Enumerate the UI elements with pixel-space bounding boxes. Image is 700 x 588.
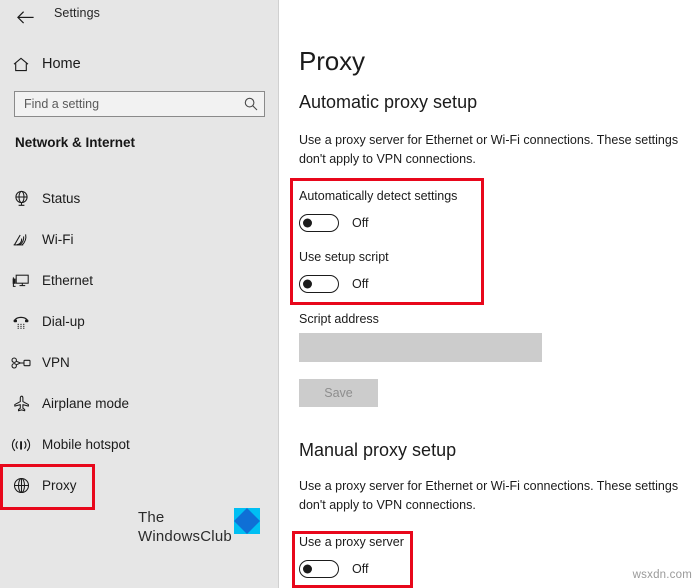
- search-input[interactable]: [15, 97, 238, 111]
- sidebar-item-mobile-hotspot[interactable]: Mobile hotspot: [0, 424, 279, 465]
- mobile-hotspot-icon: [0, 437, 42, 453]
- sidebar-item-vpn[interactable]: VPN: [0, 342, 279, 383]
- back-arrow-icon: [16, 10, 34, 24]
- sidebar-item-proxy[interactable]: Proxy: [0, 465, 279, 506]
- ethernet-icon: [0, 273, 42, 289]
- sidebar-item-airplane-mode[interactable]: Airplane mode: [0, 383, 279, 424]
- sidebar-item-airplane-mode-label: Airplane mode: [42, 396, 130, 411]
- use-setup-script-toggle-row: Off: [299, 275, 368, 293]
- sidebar-item-vpn-label: VPN: [42, 355, 70, 370]
- use-setup-script-label: Use setup script: [299, 250, 389, 264]
- back-button[interactable]: [10, 4, 40, 30]
- toggle-knob-icon: [303, 279, 312, 289]
- automatic-proxy-heading: Automatic proxy setup: [299, 92, 478, 112]
- sidebar-item-status[interactable]: Status: [0, 178, 279, 219]
- toggle-knob-icon: [303, 564, 312, 574]
- windowsclub-logo-line2: WindowsClub: [138, 528, 232, 545]
- page-title: Proxy: [299, 46, 365, 76]
- toggle-knob-icon: [303, 218, 312, 228]
- windowsclub-diamond-icon: [234, 508, 260, 534]
- settings-window: Settings Home Network & Internet: [0, 0, 700, 588]
- auto-detect-settings-toggle[interactable]: [299, 214, 339, 232]
- main-content: Proxy Automatic proxy setup Use a proxy …: [280, 0, 700, 588]
- save-button[interactable]: Save: [299, 379, 378, 407]
- sidebar-item-home-label: Home: [42, 56, 81, 72]
- wifi-icon: [0, 232, 42, 247]
- sidebar-item-dialup-label: Dial-up: [42, 314, 85, 329]
- app-title: Settings: [54, 6, 100, 20]
- sidebar-item-ethernet-label: Ethernet: [42, 273, 94, 288]
- sidebar-item-home[interactable]: Home: [0, 50, 279, 78]
- sidebar-nav-list: Status Wi-Fi Ethernet Dial-up VPN Airpla…: [0, 178, 279, 506]
- sidebar-item-dialup[interactable]: Dial-up: [0, 301, 279, 342]
- status-globe-icon: [0, 190, 42, 207]
- manual-proxy-description: Use a proxy server for Ethernet or Wi-Fi…: [299, 479, 679, 512]
- airplane-icon: [0, 395, 42, 412]
- sidebar: Settings Home Network & Internet: [0, 0, 279, 588]
- dialup-phone-icon: [0, 314, 42, 330]
- auto-detect-settings-toggle-row: Off: [299, 214, 368, 232]
- automatic-proxy-description: Use a proxy server for Ethernet or Wi-Fi…: [299, 133, 679, 166]
- vpn-icon: [0, 356, 42, 370]
- sidebar-item-ethernet[interactable]: Ethernet: [0, 260, 279, 301]
- use-setup-script-state: Off: [352, 277, 369, 291]
- windowsclub-logo-line1: The: [138, 509, 165, 526]
- proxy-globe-icon: [0, 477, 42, 494]
- sidebar-item-wifi[interactable]: Wi-Fi: [0, 219, 279, 260]
- use-a-proxy-server-toggle[interactable]: [299, 560, 339, 578]
- windowsclub-logo: The WindowsClub: [138, 508, 268, 558]
- use-a-proxy-server-state: Off: [352, 562, 369, 576]
- watermark: wsxdn.com: [632, 569, 692, 581]
- home-icon: [0, 57, 42, 72]
- script-address-label: Script address: [299, 312, 379, 326]
- search-box[interactable]: [14, 91, 265, 117]
- sidebar-category-heading: Network & Internet: [15, 135, 136, 150]
- sidebar-item-status-label: Status: [42, 191, 81, 206]
- sidebar-item-proxy-label: Proxy: [42, 478, 77, 493]
- use-a-proxy-server-toggle-row: Off: [299, 560, 368, 578]
- manual-proxy-heading: Manual proxy setup: [299, 440, 457, 460]
- sidebar-item-mobile-hotspot-label: Mobile hotspot: [42, 437, 130, 452]
- use-a-proxy-server-label: Use a proxy server: [299, 535, 404, 549]
- sidebar-item-wifi-label: Wi-Fi: [42, 232, 74, 247]
- title-bar: Settings: [0, 0, 279, 34]
- auto-detect-settings-label: Automatically detect settings: [299, 189, 458, 203]
- script-address-input[interactable]: [299, 333, 542, 362]
- search-icon[interactable]: [238, 97, 264, 111]
- auto-detect-settings-state: Off: [352, 216, 369, 230]
- use-setup-script-toggle[interactable]: [299, 275, 339, 293]
